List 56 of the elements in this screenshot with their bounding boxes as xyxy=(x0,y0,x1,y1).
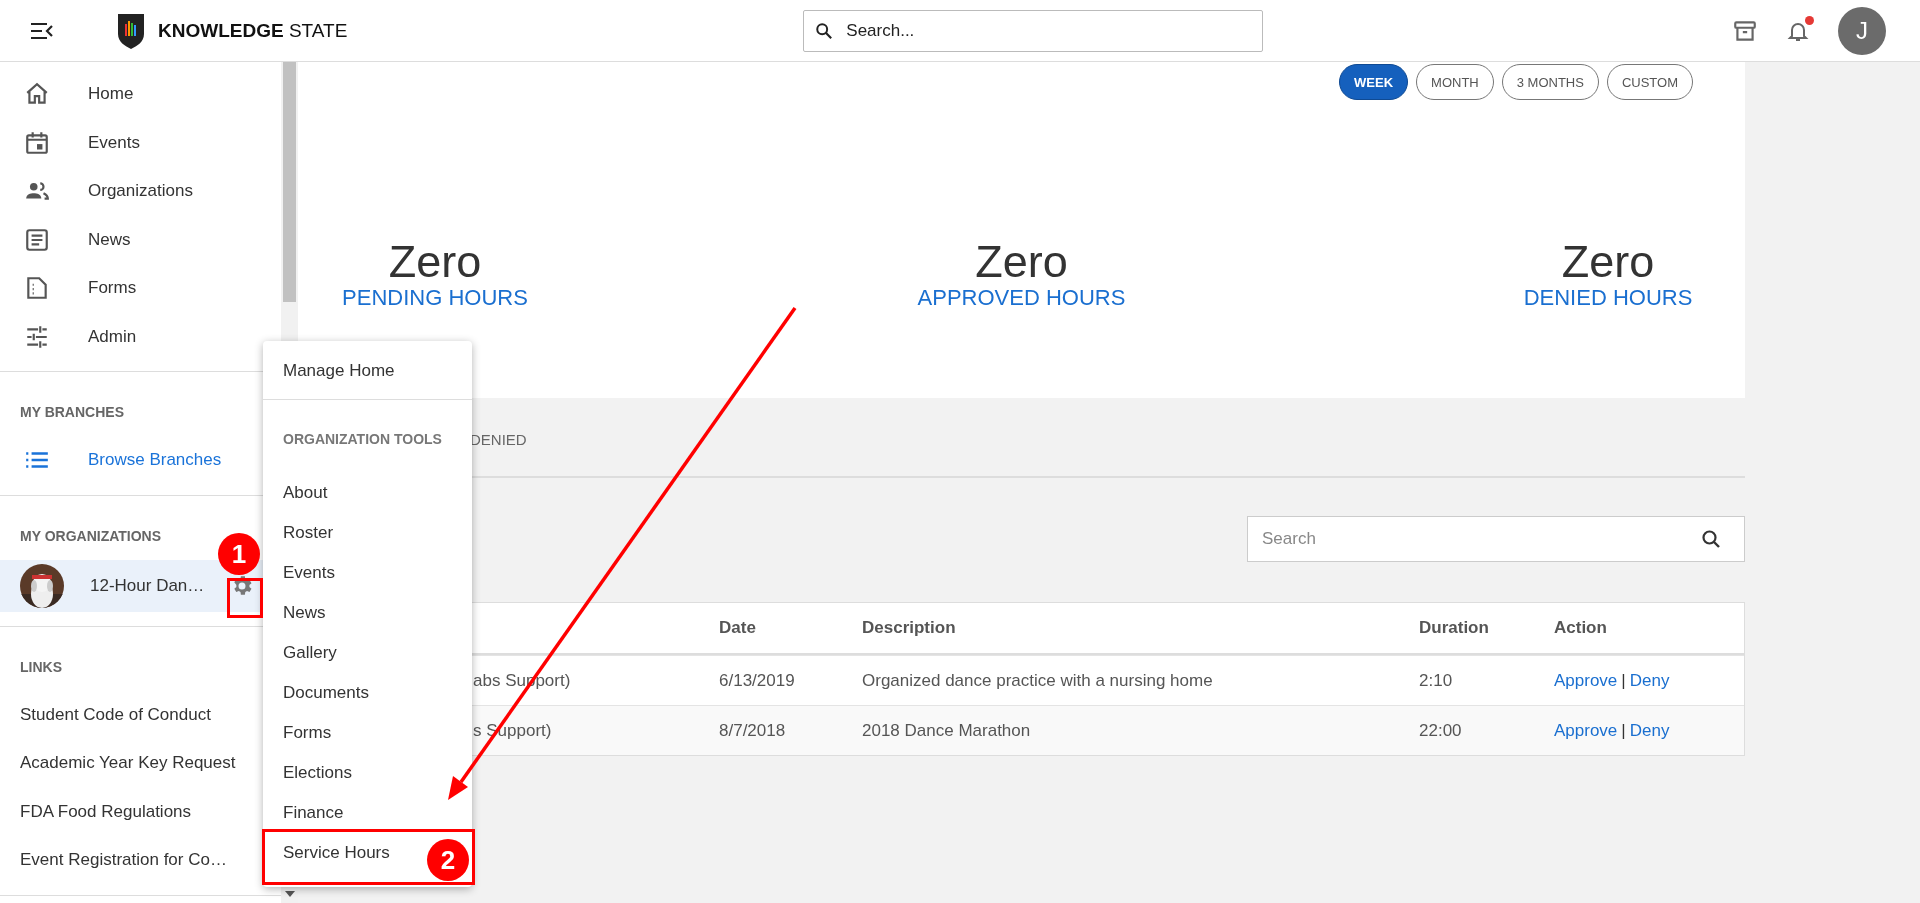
stat-value: Zero xyxy=(975,238,1068,286)
table-cell-text: 22:00 xyxy=(1419,720,1463,741)
form-icon xyxy=(24,275,50,302)
nav-item[interactable]: News xyxy=(0,215,281,264)
organization-name: 12-Hour Dan… xyxy=(90,575,206,596)
menu-item[interactable]: Roster xyxy=(266,513,342,553)
calendar-icon xyxy=(24,129,50,156)
column-header: Description xyxy=(862,618,957,638)
search-field[interactable]: Search xyxy=(1247,516,1745,562)
sliders-icon xyxy=(24,323,50,350)
menu-item[interactable]: Finance xyxy=(266,793,352,833)
column-header: Action xyxy=(1554,618,1608,638)
period-button[interactable]: WEEK xyxy=(1339,64,1409,100)
separator: | xyxy=(1621,670,1626,690)
menu-item[interactable]: Elections xyxy=(266,753,360,793)
approve-link[interactable]: Approve xyxy=(1554,670,1618,690)
user-avatar[interactable]: J xyxy=(1838,6,1886,55)
period-button[interactable]: CUSTOM xyxy=(1606,64,1693,100)
search-icon xyxy=(815,21,834,40)
menu-item[interactable]: Documents xyxy=(266,673,377,713)
stat-label: APPROVED HOURS xyxy=(917,285,1126,312)
table-cell-text: 8/7/2018 xyxy=(719,720,787,741)
nav-item[interactable]: Forms xyxy=(0,264,281,313)
approve-link[interactable]: Approve xyxy=(1554,720,1618,740)
menu-item[interactable]: Service Hours xyxy=(266,833,398,873)
menu-item[interactable]: Gallery xyxy=(266,633,345,673)
stat-label: PENDING HOURS xyxy=(342,285,528,312)
search-icon xyxy=(1701,529,1721,549)
period-button[interactable]: MONTH xyxy=(1416,64,1494,100)
table-cell-text: Organized dance practice with a nursing home xyxy=(862,670,1214,691)
menu-icon[interactable] xyxy=(30,20,54,41)
period-button[interactable]: 3 MONTHS xyxy=(1501,64,1599,100)
shield-logo-icon xyxy=(116,11,146,50)
stat-value: Zero xyxy=(1561,238,1655,286)
table-cell-text: 6/13/2019 xyxy=(719,670,796,691)
column-header: Date xyxy=(719,618,757,638)
nav-item[interactable]: Organizations xyxy=(0,167,281,216)
table-cell-text: 2018 Dance Marathon xyxy=(862,720,1032,741)
nav-item[interactable]: Home xyxy=(0,70,281,119)
stat-value: Zero xyxy=(388,238,482,286)
highlight-box xyxy=(227,578,263,618)
brand-name: KNOWLEDGE STATE xyxy=(158,19,348,42)
column-header: Duration xyxy=(1419,618,1490,638)
search-field[interactable]: Search... xyxy=(803,9,1264,52)
deny-link[interactable]: Deny xyxy=(1629,720,1670,740)
menu-item[interactable]: Forms xyxy=(266,713,340,753)
section-heading: MY ORGANIZATIONS xyxy=(19,527,163,544)
section-heading: MY BRANCHES xyxy=(19,404,125,420)
nav-item[interactable]: Events xyxy=(0,118,281,167)
menu-heading: ORGANIZATION TOOLS xyxy=(282,430,443,449)
stat-label: DENIED HOURS xyxy=(1523,285,1693,312)
section-heading: LINKS xyxy=(19,658,63,675)
separator: | xyxy=(1621,720,1626,740)
deny-link[interactable]: Deny xyxy=(1629,670,1670,690)
document-icon xyxy=(24,226,50,253)
table-cell-text: 2:10 xyxy=(1419,670,1454,691)
